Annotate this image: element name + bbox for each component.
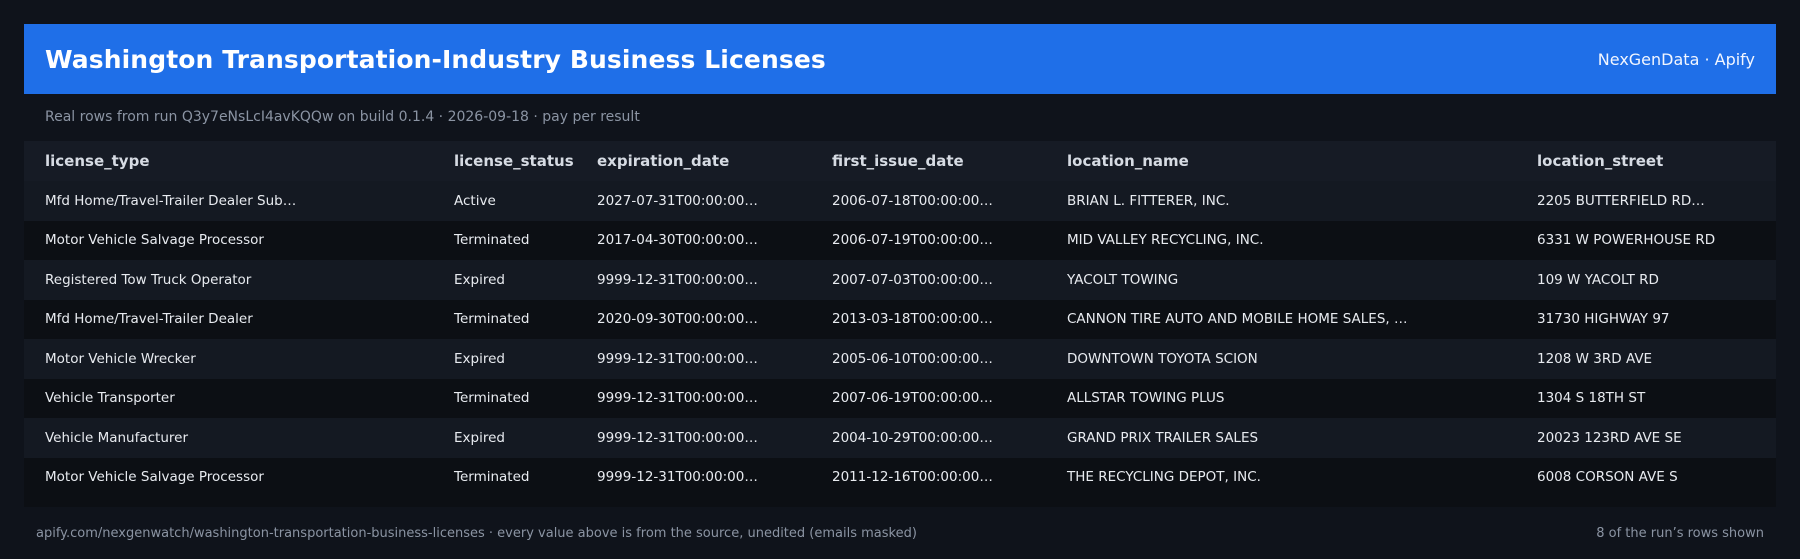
table-cell-location-name: GRAND PRIX TRAILER SALES <box>1067 429 1259 446</box>
table-cell-location-street: 109 W YACOLT RD <box>1537 271 1659 288</box>
table-cell-location-name: THE RECYCLING DEPOT, INC. <box>1067 469 1261 486</box>
column-header: license_status <box>454 152 574 170</box>
table-cell-license-status: Expired <box>454 271 505 288</box>
table-cell-license-status: Active <box>454 192 496 209</box>
table-cell-license-type: Mfd Home/Travel-Trailer Dealer <box>45 311 253 328</box>
table-cell-expiration-date: 9999-12-31T00:00:00… <box>597 429 758 446</box>
table-cell-license-status: Expired <box>454 350 505 367</box>
table-cell-expiration-date: 9999-12-31T00:00:00… <box>597 271 758 288</box>
table-cell-location-name: BRIAN L. FITTERER, INC. <box>1067 192 1230 209</box>
table-cell-first-issue-date: 2005-06-10T00:00:00… <box>832 350 993 367</box>
table-cell-location-street: 1304 S 18TH ST <box>1537 390 1646 407</box>
table-cell-location-street: 2205 BUTTERFIELD RD… <box>1537 192 1705 209</box>
source-note: apify.com/nexgenwatch/washington-transpo… <box>36 525 917 541</box>
column-header: first_issue_date <box>832 152 964 170</box>
table-cell-first-issue-date: 2007-07-03T00:00:00… <box>832 271 993 288</box>
table-cell-license-type: Motor Vehicle Wrecker <box>45 350 196 367</box>
table-cell-location-name: MID VALLEY RECYCLING, INC. <box>1067 232 1264 249</box>
table-cell-license-type: Vehicle Transporter <box>45 390 175 407</box>
brand-label: NexGenData · Apify <box>1597 49 1755 69</box>
table-cell-first-issue-date: 2007-06-19T00:00:00… <box>832 390 993 407</box>
table-cell-location-street: 6008 CORSON AVE S <box>1537 469 1678 486</box>
table-cell-first-issue-date: 2006-07-18T00:00:00… <box>832 192 993 209</box>
table-cell-license-status: Terminated <box>454 311 530 328</box>
table-cell-expiration-date: 2027-07-31T00:00:00… <box>597 192 758 209</box>
table-cell-expiration-date: 9999-12-31T00:00:00… <box>597 350 758 367</box>
table-cell-location-street: 31730 HIGHWAY 97 <box>1537 311 1670 328</box>
table-cell-location-street: 1208 W 3RD AVE <box>1537 350 1653 367</box>
table-cell-first-issue-date: 2004-10-29T00:00:00… <box>832 429 993 446</box>
table-row: Motor Vehicle Wrecker Expired 9999-12-31T0… <box>24 339 1776 379</box>
header-bar: Washington Transportation-Industry Busin… <box>24 24 1776 94</box>
rows-shown-count: 8 of the run’s rows shown <box>1596 525 1764 541</box>
table-cell-location-street: 6331 W POWERHOUSE RD <box>1537 232 1716 249</box>
table-cell-first-issue-date: 2011-12-16T00:00:00… <box>832 469 993 486</box>
table-cell-location-name: ALLSTAR TOWING PLUS <box>1067 390 1225 407</box>
table-cell-license-type: Motor Vehicle Salvage Processor <box>45 232 264 249</box>
table-cell-expiration-date: 9999-12-31T00:00:00… <box>597 390 758 407</box>
table-cell-first-issue-date: 2006-07-19T00:00:00… <box>832 232 993 249</box>
table-cell-license-type: Mfd Home/Travel-Trailer Dealer Sub… <box>45 192 297 209</box>
table-cell-first-issue-date: 2013-03-18T00:00:00… <box>832 311 993 328</box>
table-cell-license-type: Motor Vehicle Salvage Processor <box>45 469 264 486</box>
table-cell-expiration-date: 2020-09-30T00:00:00… <box>597 311 758 328</box>
table-header-row: license_type license_status expiration_d… <box>24 141 1776 181</box>
table-cell-location-street: 20023 123RD AVE SE <box>1537 429 1682 446</box>
table-cell-location-name: CANNON TIRE AUTO AND MOBILE HOME SALES, … <box>1067 311 1408 328</box>
table-row: Registered Tow Truck Operator Expired 9999… <box>24 260 1776 300</box>
table-cell-license-status: Terminated <box>454 390 530 407</box>
table-cell-license-status: Terminated <box>454 232 530 249</box>
table-cell-license-status: Terminated <box>454 469 530 486</box>
table-body: Mfd Home/Travel-Trailer Dealer Sub… Activ… <box>24 181 1776 497</box>
licenses-table: license_type license_status expiration_d… <box>24 141 1776 497</box>
report-card: Washington Transportation-Industry Busin… <box>24 24 1776 559</box>
column-header: expiration_date <box>597 152 730 170</box>
table-row: Vehicle Transporter Terminated 9999-12-31T… <box>24 378 1776 418</box>
column-header: location_street <box>1537 152 1664 170</box>
column-header: location_name <box>1067 152 1189 170</box>
table-container: license_type license_status expiration_d… <box>24 141 1776 507</box>
table-row: Mfd Home/Travel-Trailer Dealer Terminated… <box>24 299 1776 339</box>
page-title: Washington Transportation-Industry Busin… <box>45 44 826 74</box>
table-cell-location-name: YACOLT TOWING <box>1067 271 1179 288</box>
table-cell-expiration-date: 9999-12-31T00:00:00… <box>597 469 758 486</box>
run-info: Real rows from run Q3y7eNsLcI4avKQQw on … <box>45 109 640 125</box>
table-cell-license-status: Expired <box>454 429 505 446</box>
table-cell-license-type: Registered Tow Truck Operator <box>45 271 252 288</box>
table-row: Motor Vehicle Salvage Processor Terminate… <box>24 457 1776 497</box>
table-cell-location-name: DOWNTOWN TOYOTA SCION <box>1067 350 1258 367</box>
table-row: Vehicle Manufacturer Expired 9999-12-31T00… <box>24 418 1776 458</box>
table-cell-expiration-date: 2017-04-30T00:00:00… <box>597 232 758 249</box>
footer: apify.com/nexgenwatch/washington-transpo… <box>24 507 1776 559</box>
column-header: license_type <box>45 152 150 170</box>
table-row: Mfd Home/Travel-Trailer Dealer Sub… Activ… <box>24 181 1776 221</box>
table-row: Motor Vehicle Salvage Processor Terminate… <box>24 220 1776 260</box>
table-cell-license-type: Vehicle Manufacturer <box>45 429 189 446</box>
